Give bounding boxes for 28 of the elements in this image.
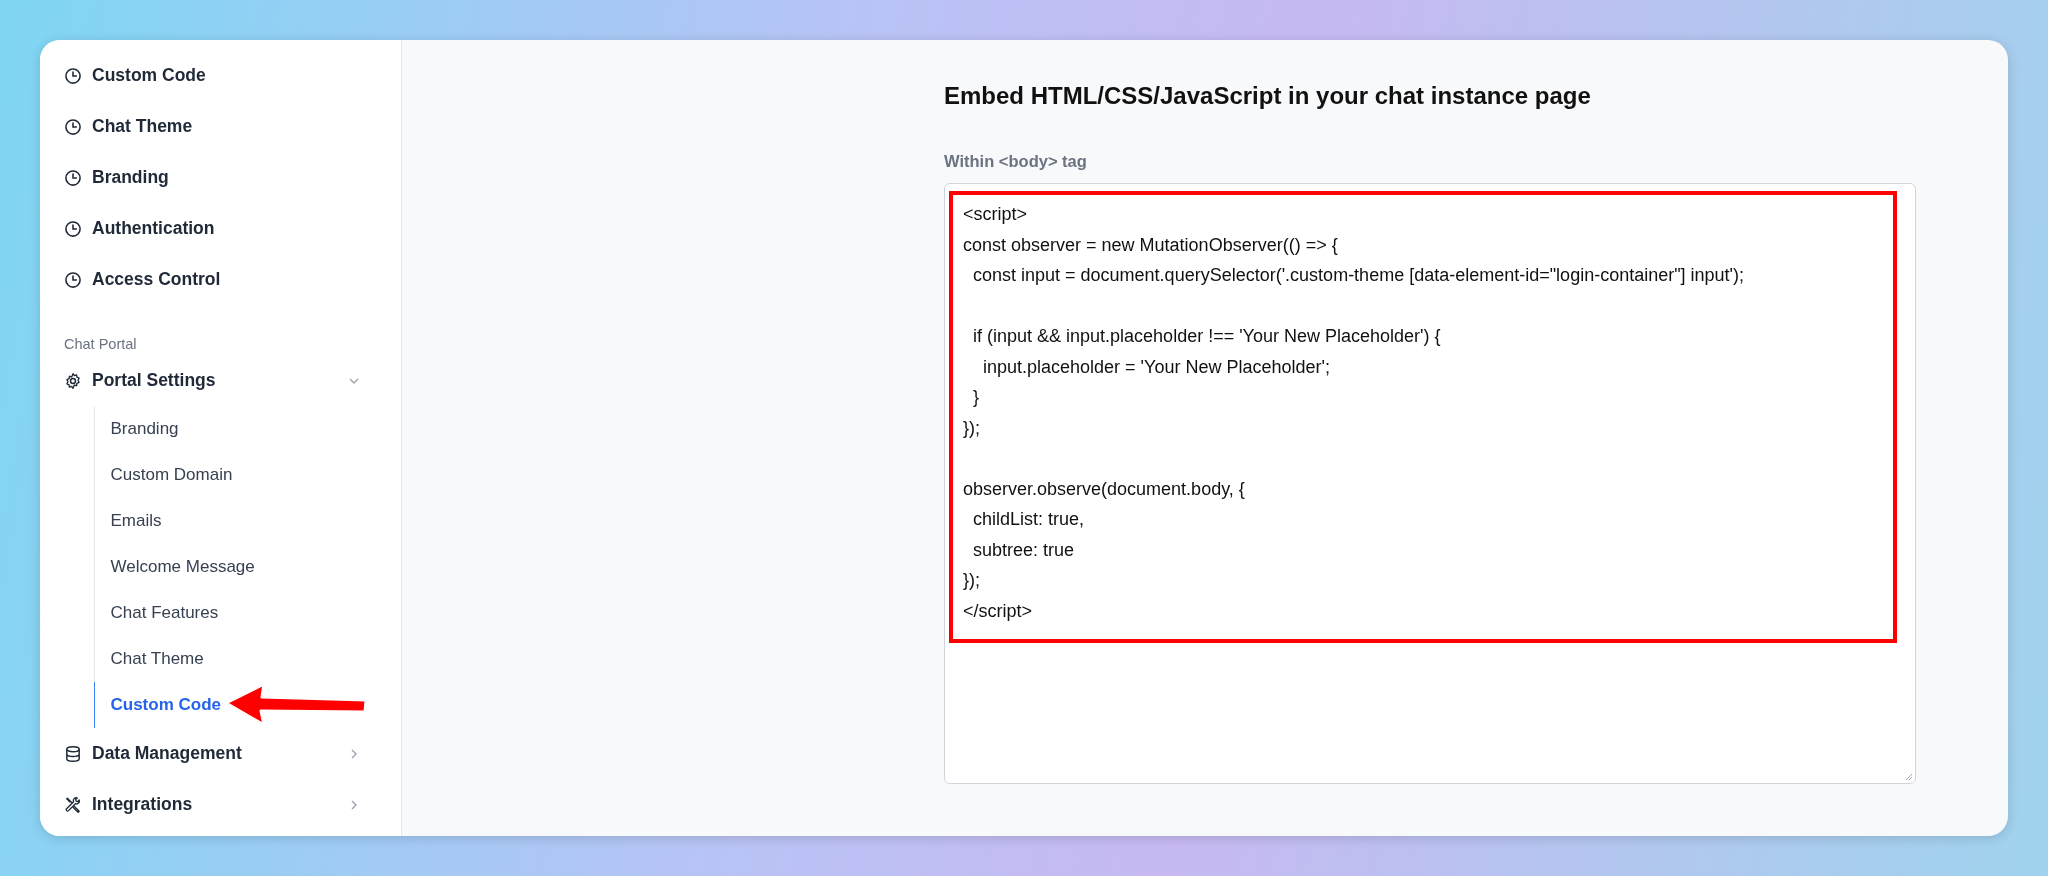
sidebar-item[interactable]: Branding [64,152,381,203]
sidebar-item[interactable]: Access Control [64,254,381,305]
sidebar-item[interactable]: Authentication [64,203,381,254]
code-text: <script> const observer = new MutationObserver(() => { const input = document.querySelector('.custom-theme [data-element-id="login-container"] input'); if (input && input.placeholder !== 'Your New Placeholder') { input.placeholder = 'Your New Placeholder'; } }); observer.observe(document.body, { childList: true, subtree: true }); </script> [963,203,1746,623]
page-heading: Embed HTML/CSS/JavaScript in your chat instance page [944,82,1592,110]
gear-icon [64,371,82,390]
sidebar-subitem[interactable]: Branding [93,406,381,452]
field-label: Within <body> tag [944,152,1088,171]
sidebar-item[interactable]: Portal Settings [64,355,381,406]
code-field[interactable] [944,183,1916,784]
database-icon [64,744,82,763]
sidebar-item[interactable]: Custom Code [64,50,381,101]
sidebar-subitem[interactable]: Emails [93,498,381,544]
clock-icon [64,270,82,289]
sidebar-item[interactable]: Chat Theme [64,101,381,152]
sidebar-subitem[interactable]: Chat Features [93,590,381,636]
resize-grip-icon[interactable] [1903,771,1913,781]
clock-icon [64,66,82,85]
sidebar-subitem[interactable]: Chat Theme [93,636,381,682]
section-title: Chat Portal [64,335,138,354]
tools-icon [64,795,82,814]
clock-icon [64,168,82,187]
clock-icon [64,117,82,136]
clock-icon [64,219,82,238]
sidebar-subitem[interactable]: Welcome Message [93,544,381,590]
sidebar-item[interactable]: Data Management [64,728,381,779]
sidebar-item[interactable]: Integrations [64,779,381,830]
sidebar-subitem[interactable]: Custom Domain [93,452,381,498]
